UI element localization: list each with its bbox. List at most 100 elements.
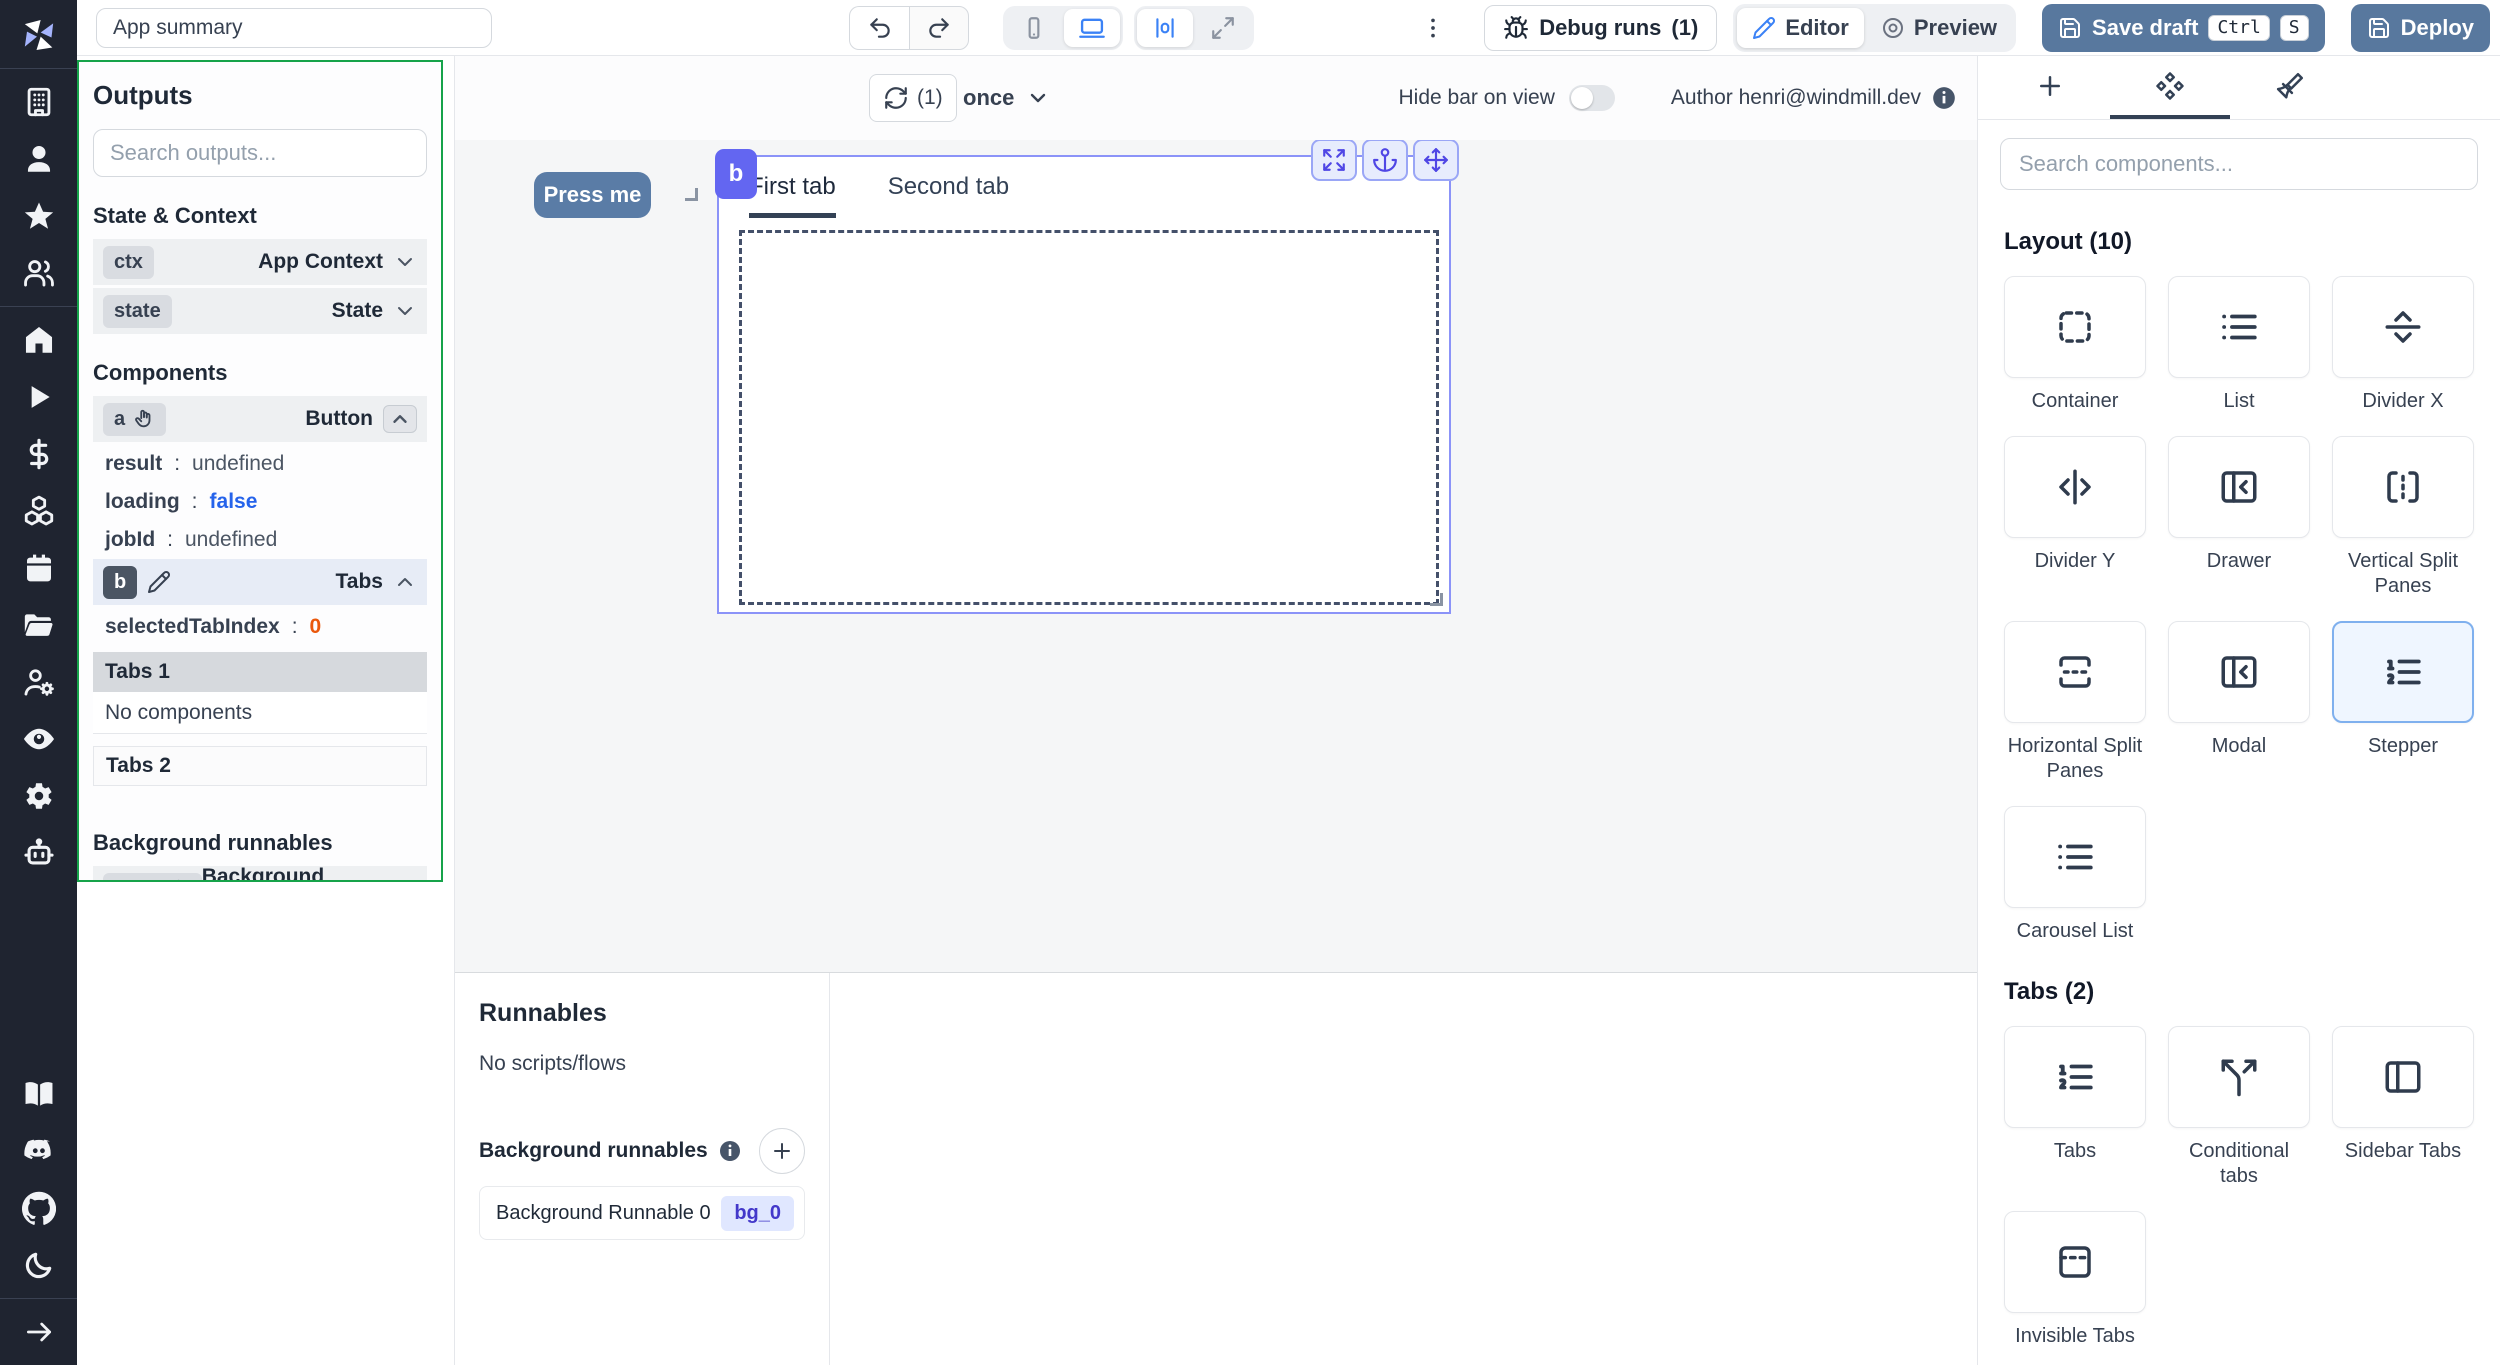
tile-label: Container <box>2031 390 2119 412</box>
canvas-toolbar-right: Hide bar on view Author henri@windmill.d… <box>1398 56 1957 140</box>
nav-schedules[interactable] <box>16 545 62 591</box>
nav-theme-toggle[interactable] <box>16 1242 62 1288</box>
nav-docs[interactable] <box>16 1071 62 1117</box>
chevron-up-icon[interactable] <box>393 570 417 594</box>
tabs1-header[interactable]: Tabs 1 <box>93 652 427 692</box>
nav-workspace[interactable] <box>16 79 62 125</box>
component-tile-sidebar-tabs[interactable]: Sidebar Tabs <box>2332 1026 2474 1164</box>
conditional-tabs-icon <box>2221 1059 2257 1097</box>
output-row-state[interactable]: state State <box>93 288 427 334</box>
nav-resources[interactable] <box>16 488 62 534</box>
expand-icon <box>1323 149 1345 171</box>
component-tile-container[interactable]: Container <box>2004 276 2146 414</box>
add-background-runnable-button[interactable] <box>759 1128 805 1174</box>
prop-row-loading: loading: false <box>105 490 258 513</box>
component-tile-divider-x[interactable]: Divider X <box>2332 276 2474 414</box>
nav-billing[interactable] <box>16 431 62 477</box>
refresh-button[interactable]: (1) <box>869 74 957 122</box>
undo-button[interactable] <box>849 6 909 50</box>
deploy-button[interactable]: Deploy <box>2350 4 2490 52</box>
nav-collaborators[interactable] <box>16 250 62 296</box>
output-row-b[interactable]: b Tabs <box>93 559 427 605</box>
component-tile-horizontal-split-panes[interactable]: Horizontal Split Panes <box>2004 621 2146 784</box>
nav-folders[interactable] <box>16 602 62 648</box>
nav-audit[interactable] <box>16 716 62 762</box>
nav-github[interactable] <box>16 1185 62 1231</box>
tabs2-header[interactable]: Tabs 2 <box>93 746 427 786</box>
runnables-title: Runnables <box>479 999 607 1027</box>
more-menu-button[interactable] <box>1416 6 1450 50</box>
output-row-ctx[interactable]: ctx App Context <box>93 239 427 285</box>
resize-handle[interactable] <box>685 188 698 201</box>
nav-groups[interactable] <box>16 659 62 705</box>
hide-bar-toggle[interactable] <box>1568 85 1615 111</box>
empty-drop-container[interactable] <box>739 230 1439 605</box>
components-tab[interactable] <box>2110 56 2230 119</box>
nav-workers[interactable] <box>16 830 62 876</box>
nav-favorites[interactable] <box>16 193 62 239</box>
insert-tab[interactable] <box>1990 56 2110 119</box>
center-canvas-button[interactable] <box>1137 9 1193 47</box>
nav-runs[interactable] <box>16 374 62 420</box>
mobile-view-button[interactable] <box>1006 9 1062 47</box>
split-panes-h-icon <box>2059 656 2091 688</box>
app-canvas[interactable]: Press me b First tab Second tab <box>455 140 1977 972</box>
split-panes-v-icon <box>2387 471 2419 503</box>
resize-handle[interactable] <box>1430 593 1443 606</box>
chevron-down-icon[interactable] <box>393 250 417 274</box>
component-list-scroll[interactable]: Layout (10) Container List Divider X Div… <box>1978 198 2500 1365</box>
desktop-view-button[interactable] <box>1064 9 1120 47</box>
tab-first[interactable]: First tab <box>749 173 836 218</box>
canvas-button-a[interactable]: Press me <box>534 172 651 218</box>
anchor-component-button[interactable] <box>1362 140 1408 181</box>
nav-discord[interactable] <box>16 1128 62 1174</box>
component-tile-conditional-tabs[interactable]: Conditional tabs <box>2168 1026 2310 1189</box>
outputs-search-input[interactable] <box>93 129 427 177</box>
component-search-input[interactable] <box>2000 138 2478 190</box>
editor-tab[interactable]: Editor <box>1737 8 1864 48</box>
chevron-up-icon[interactable] <box>383 405 417 433</box>
component-id-badge[interactable]: b <box>715 149 757 199</box>
frequency-dropdown[interactable]: once <box>963 74 1050 122</box>
chevron-down-icon[interactable] <box>393 299 417 323</box>
pencil-icon[interactable] <box>147 570 171 594</box>
component-tile-stepper[interactable]: Stepper <box>2332 621 2474 759</box>
bg0-id-badge: bg_0 <box>103 872 202 880</box>
info-icon[interactable] <box>1931 85 1957 111</box>
windmill-logo-icon <box>24 20 53 50</box>
tab-second[interactable]: Second tab <box>888 173 1009 218</box>
component-tile-list[interactable]: List <box>2168 276 2310 414</box>
component-tile-modal[interactable]: Modal <box>2168 621 2310 759</box>
nav-home[interactable] <box>16 317 62 363</box>
rail-divider <box>0 1298 77 1299</box>
output-row-a[interactable]: a Button <box>93 396 427 442</box>
fullwidth-canvas-button[interactable] <box>1195 9 1251 47</box>
component-tile-divider-y[interactable]: Divider Y <box>2004 436 2146 574</box>
info-icon[interactable] <box>718 1139 742 1163</box>
kbd-ctrl: Ctrl <box>2208 15 2270 41</box>
move-component-button[interactable] <box>1413 140 1459 181</box>
redo-button[interactable] <box>909 6 969 50</box>
preview-tab[interactable]: Preview <box>1866 8 2012 48</box>
canvas-tabs-component[interactable]: b First tab Second tab <box>715 140 1459 614</box>
component-tile-vertical-split-panes[interactable]: Vertical Split Panes <box>2332 436 2474 599</box>
boxes-icon <box>24 495 53 526</box>
component-tile-drawer[interactable]: Drawer <box>2168 436 2310 574</box>
app-summary-input[interactable] <box>96 8 492 48</box>
tile-label: Horizontal Split Panes <box>2007 735 2143 782</box>
expand-component-button[interactable] <box>1311 140 1357 181</box>
component-tile-tabs[interactable]: Tabs <box>2004 1026 2146 1164</box>
component-tile-carousel-list[interactable]: Carousel List <box>2004 806 2146 944</box>
background-runnable-item[interactable]: Background Runnable 0 bg_0 <box>479 1186 805 1240</box>
styles-tab[interactable] <box>2230 56 2350 119</box>
save-draft-button[interactable]: Save draft Ctrl S <box>2042 4 2325 52</box>
chevron-down-icon[interactable] <box>393 877 417 880</box>
nav-user[interactable] <box>16 136 62 182</box>
expand-sidebar-button[interactable] <box>16 1309 62 1355</box>
debug-runs-button[interactable]: Debug runs (1) <box>1484 5 1718 51</box>
undo-redo-group <box>849 6 969 50</box>
output-row-bg0[interactable]: bg_0 Background Runnable 0 <box>93 865 427 880</box>
nav-settings[interactable] <box>16 773 62 819</box>
windmill-logo[interactable] <box>16 12 62 58</box>
component-tile-invisible-tabs[interactable]: Invisible Tabs <box>2004 1211 2146 1349</box>
